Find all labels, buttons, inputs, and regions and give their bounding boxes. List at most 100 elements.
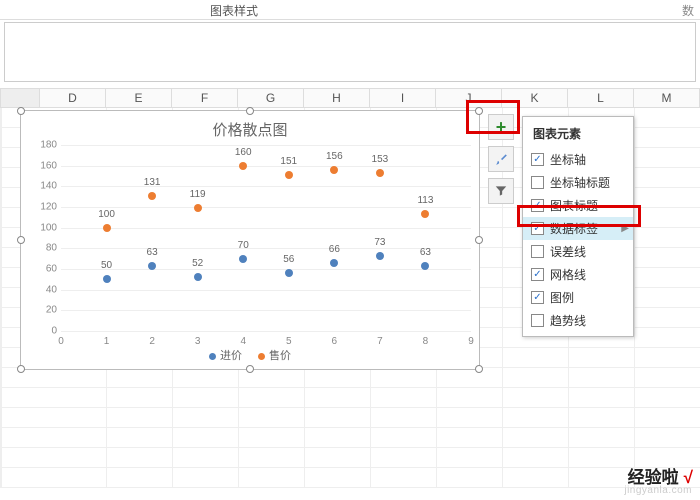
resize-handle[interactable]	[17, 107, 25, 115]
flyout-item-label: 误差线	[550, 243, 586, 260]
embedded-chart[interactable]: 价格散点图 5063527056667363100131119160151156…	[20, 110, 480, 370]
legend-entry[interactable]: 进价	[209, 347, 242, 363]
resize-handle[interactable]	[475, 107, 483, 115]
y-tick-label: 180	[31, 140, 57, 151]
y-tick-label: 0	[31, 326, 57, 337]
gridline	[61, 166, 471, 167]
gridline	[61, 331, 471, 332]
flyout-item[interactable]: ✓ 网格线	[523, 263, 633, 286]
checkbox[interactable]: ✓	[531, 291, 544, 304]
resize-handle[interactable]	[17, 236, 25, 244]
data-label: 50	[101, 260, 112, 271]
data-point[interactable]	[376, 252, 384, 260]
data-point[interactable]	[103, 275, 111, 283]
col-header[interactable]: J	[436, 88, 502, 108]
chart-legend[interactable]: 进价 售价	[21, 347, 479, 363]
data-point[interactable]	[148, 192, 156, 200]
x-tick-label: 4	[240, 336, 246, 347]
flyout-item[interactable]: 坐标轴标题	[523, 171, 633, 194]
resize-handle[interactable]	[475, 236, 483, 244]
data-label: 66	[329, 244, 340, 255]
col-header[interactable]: I	[370, 88, 436, 108]
chart-style-gallery[interactable]	[4, 22, 696, 82]
data-point[interactable]	[376, 169, 384, 177]
col-header[interactable]: M	[634, 88, 700, 108]
col-header[interactable]: G	[238, 88, 304, 108]
checkbox[interactable]: ✓	[531, 222, 544, 235]
resize-handle[interactable]	[17, 365, 25, 373]
flyout-item-label: 网格线	[550, 266, 586, 283]
flyout-item[interactable]: 趋势线	[523, 309, 633, 332]
submenu-arrow-icon: ▶	[621, 223, 629, 234]
data-point[interactable]	[330, 259, 338, 267]
data-label: 131	[144, 177, 161, 188]
data-label: 160	[235, 147, 252, 158]
resize-handle[interactable]	[475, 365, 483, 373]
checkbox[interactable]	[531, 245, 544, 258]
flyout-item-label: 坐标轴标题	[550, 174, 610, 191]
x-tick-label: 1	[104, 336, 110, 347]
data-point[interactable]	[239, 255, 247, 263]
data-point[interactable]	[103, 224, 111, 232]
x-tick-label: 6	[332, 336, 338, 347]
data-label: 63	[420, 247, 431, 258]
col-header[interactable]: F	[172, 88, 238, 108]
flyout-item[interactable]: ✓数据标签▶	[523, 217, 633, 240]
x-tick-label: 2	[149, 336, 155, 347]
flyout-item-label: 图例	[550, 289, 574, 306]
gridline	[61, 186, 471, 187]
data-point[interactable]	[330, 166, 338, 174]
col-header[interactable]: K	[502, 88, 568, 108]
flyout-item-label: 坐标轴	[550, 151, 586, 168]
col-header[interactable]: H	[304, 88, 370, 108]
chart-elements-flyout: 图表元素 ✓坐标轴坐标轴标题✓图表标题✓数据标签▶误差线✓网格线✓图例趋势线	[522, 116, 634, 337]
column-headers: D E F G H I J K L M	[0, 88, 700, 108]
y-tick-label: 40	[31, 284, 57, 295]
data-point[interactable]	[148, 262, 156, 270]
ribbon-group-label: 图表样式	[210, 2, 258, 19]
x-tick-label: 7	[377, 336, 383, 347]
data-label: 153	[372, 154, 389, 165]
checkbox[interactable]	[531, 314, 544, 327]
col-header[interactable]: E	[106, 88, 172, 108]
x-tick-label: 8	[423, 336, 429, 347]
data-point[interactable]	[194, 273, 202, 281]
legend-marker-orange	[258, 353, 265, 360]
chart-styles-button[interactable]	[488, 146, 514, 172]
gridline	[61, 145, 471, 146]
data-point[interactable]	[421, 262, 429, 270]
legend-label: 进价	[220, 350, 242, 362]
legend-entry[interactable]: 售价	[258, 347, 291, 363]
chart-elements-button[interactable]: +	[488, 114, 514, 140]
flyout-item[interactable]: ✓ 坐标轴	[523, 148, 633, 171]
y-tick-label: 160	[31, 160, 57, 171]
resize-handle[interactable]	[246, 365, 254, 373]
col-header-corner[interactable]	[0, 88, 40, 108]
data-label: 70	[238, 240, 249, 251]
resize-handle[interactable]	[246, 107, 254, 115]
gridline	[61, 290, 471, 291]
col-header[interactable]: L	[568, 88, 634, 108]
data-label: 100	[98, 209, 115, 220]
data-point[interactable]	[285, 269, 293, 277]
data-label: 56	[283, 254, 294, 265]
checkbox[interactable]: ✓	[531, 268, 544, 281]
data-label: 156	[326, 151, 343, 162]
flyout-item[interactable]: ✓ 图例	[523, 286, 633, 309]
flyout-item[interactable]: 误差线	[523, 240, 633, 263]
chart-title[interactable]: 价格散点图	[21, 111, 479, 144]
checkbox[interactable]	[531, 176, 544, 189]
gridline	[61, 248, 471, 249]
col-header[interactable]: D	[40, 88, 106, 108]
chart-filters-button[interactable]	[488, 178, 514, 204]
checkbox[interactable]: ✓	[531, 153, 544, 166]
flyout-item[interactable]: ✓图表标题	[523, 194, 633, 217]
data-point[interactable]	[285, 171, 293, 179]
data-point[interactable]	[239, 162, 247, 170]
data-point[interactable]	[421, 210, 429, 218]
data-point[interactable]	[194, 204, 202, 212]
checkbox[interactable]: ✓	[531, 199, 544, 212]
x-tick-label: 9	[468, 336, 474, 347]
data-label: 151	[280, 156, 297, 167]
y-tick-label: 60	[31, 264, 57, 275]
